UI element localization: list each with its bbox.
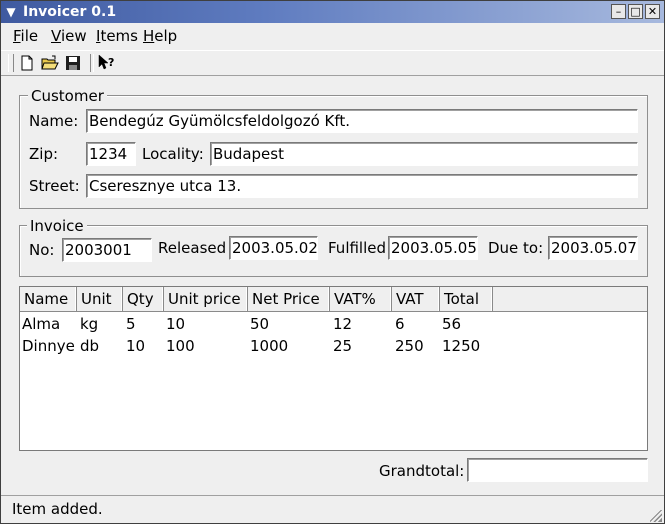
customer-name-field[interactable]: Bendegúz Gyümölcsfeldolgozó Kft. — [86, 109, 638, 133]
window-menu-icon[interactable]: ▼ — [3, 4, 19, 20]
cell-vat: 250 — [395, 337, 424, 355]
status-message: Item added. — [12, 500, 103, 518]
items-table[interactable]: Name Unit Qty Unit price Net Price VAT% … — [19, 286, 648, 451]
column-header-total[interactable]: Total — [440, 287, 493, 311]
street-field[interactable]: Cseresznye utca 13. — [86, 174, 638, 198]
zip-label: Zip: — [29, 145, 59, 163]
customer-group-title: Customer — [28, 87, 107, 105]
main-window: ▼ Invoicer 0.1 – □ ✕ File View Items Hel… — [0, 0, 665, 524]
locality-label: Locality: — [142, 145, 204, 163]
invoice-no-label: No: — [29, 241, 55, 259]
status-bar: Item added. — [1, 495, 664, 524]
cell-unit-price: 10 — [166, 315, 186, 333]
column-header-qty[interactable]: Qty — [123, 287, 164, 311]
invoice-group-title: Invoice — [27, 217, 87, 235]
maximize-icon[interactable]: □ — [628, 4, 643, 19]
cell-vat-percent: 25 — [333, 337, 353, 355]
resize-grip-icon[interactable] — [650, 510, 662, 522]
cell-vat-percent: 12 — [333, 315, 353, 333]
cell-total: 1250 — [442, 337, 481, 355]
zip-field[interactable]: 1234 — [86, 142, 136, 166]
grandtotal-label: Grandtotal: — [379, 462, 465, 480]
toolbar-separator — [90, 54, 94, 72]
cell-qty: 10 — [126, 337, 146, 355]
whats-this-help-icon[interactable]: ? — [97, 54, 115, 72]
due-to-label: Due to: — [488, 239, 544, 257]
cell-net-price: 50 — [250, 315, 270, 333]
invoice-no-field[interactable]: 2003001 — [62, 238, 152, 262]
column-header-vat-percent[interactable]: VAT% — [330, 287, 392, 311]
save-disk-icon[interactable] — [64, 54, 82, 72]
released-date-field[interactable]: 2003.05.02 — [229, 236, 318, 260]
column-header-net-price[interactable]: Net Price — [248, 287, 330, 311]
street-label: Street: — [29, 177, 80, 195]
new-document-icon[interactable] — [18, 54, 36, 72]
cell-name: Dinnye — [22, 337, 75, 355]
cell-qty: 5 — [126, 315, 136, 333]
grandtotal-field[interactable] — [467, 458, 648, 482]
name-label: Name: — [29, 112, 79, 130]
column-header-vat[interactable]: VAT — [392, 287, 440, 311]
toolbar: ? — [1, 50, 664, 76]
cell-total: 56 — [442, 315, 462, 333]
minimize-icon[interactable]: – — [611, 4, 626, 19]
menu-bar: File View Items Help — [1, 24, 664, 48]
menu-help[interactable]: Help — [143, 27, 177, 45]
cell-unit: db — [80, 337, 100, 355]
menu-file[interactable]: File — [13, 27, 38, 45]
cell-net-price: 1000 — [250, 337, 289, 355]
column-header-unit-price[interactable]: Unit price — [164, 287, 248, 311]
title-bar[interactable]: ▼ Invoicer 0.1 – □ ✕ — [1, 1, 664, 23]
svg-text:?: ? — [108, 56, 114, 69]
fulfilled-label: Fulfilled — [328, 239, 387, 257]
window-title: Invoicer 0.1 — [23, 4, 117, 20]
due-date-field[interactable]: 2003.05.07 — [548, 236, 638, 260]
cell-name: Alma — [22, 315, 61, 333]
menu-view[interactable]: View — [51, 27, 87, 45]
column-header-unit[interactable]: Unit — [77, 287, 123, 311]
cell-unit-price: 100 — [166, 337, 195, 355]
column-header-name[interactable]: Name — [20, 287, 77, 311]
close-icon[interactable]: ✕ — [645, 4, 660, 19]
cell-vat: 6 — [395, 315, 405, 333]
open-folder-icon[interactable] — [41, 54, 59, 72]
released-label: Released — [158, 239, 227, 257]
locality-field[interactable]: Budapest — [210, 142, 638, 166]
fulfilled-date-field[interactable]: 2003.05.05 — [388, 236, 478, 260]
table-header: Name Unit Qty Unit price Net Price VAT% … — [20, 287, 647, 312]
cell-unit: kg — [80, 315, 99, 333]
toolbar-handle[interactable] — [8, 54, 14, 72]
menu-items[interactable]: Items — [96, 27, 138, 45]
